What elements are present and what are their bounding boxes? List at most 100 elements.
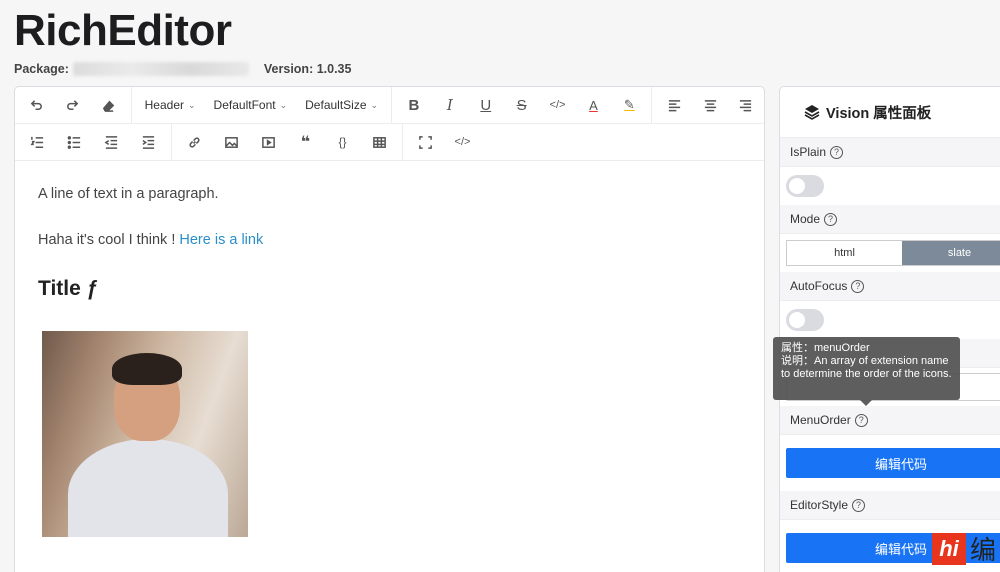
- properties-panel: Vision 属性面板 IsPlain ? Mode ? html slate …: [779, 86, 1000, 572]
- outdent-icon: [104, 135, 118, 149]
- prop-body-mode: html slate: [780, 234, 1000, 272]
- prop-name: MenuOrder: [790, 413, 851, 427]
- help-icon[interactable]: ?: [854, 413, 868, 427]
- paragraph: A line of text in a paragraph.: [38, 186, 219, 202]
- prop-label-isplain: IsPlain ?: [780, 138, 1000, 167]
- content-image-part: [112, 353, 182, 385]
- layers-icon: [804, 105, 820, 120]
- panel-title: Vision 属性面板: [826, 105, 932, 122]
- menuorder-edit-code-button[interactable]: 编辑代码: [786, 448, 1000, 478]
- eraser-icon: [103, 100, 115, 112]
- package-label: Package:: [14, 62, 69, 76]
- video-icon: [262, 136, 275, 148]
- font-color-button[interactable]: A: [575, 90, 611, 120]
- package-info: Package: Version: 1.0.35: [14, 62, 351, 76]
- help-icon[interactable]: ?: [852, 498, 866, 512]
- align-left-icon: [668, 99, 680, 111]
- content-image-part: [68, 439, 228, 537]
- header-dropdown[interactable]: Header ⌄: [136, 90, 205, 120]
- bullet-list-button[interactable]: [56, 127, 93, 157]
- redo-icon: [67, 99, 79, 110]
- content-link[interactable]: Here is a link: [179, 232, 263, 248]
- chevron-down-icon: ⌄: [188, 99, 196, 110]
- help-icon[interactable]: ?: [824, 212, 838, 226]
- undo-icon: [31, 99, 43, 110]
- toolbar-row-1: Header ⌄ DefaultFont ⌄ DefaultSize ⌄ B I…: [15, 87, 764, 124]
- highlight-button[interactable]: ✎: [611, 90, 647, 120]
- align-right-icon: [740, 99, 752, 111]
- watermark-text: 编: [970, 535, 997, 565]
- fullscreen-button[interactable]: [407, 127, 444, 157]
- italic-button[interactable]: I: [432, 90, 468, 120]
- prop-name: AutoFocus: [790, 279, 848, 293]
- paragraph: Haha it's cool I think ! Here is a link: [38, 231, 741, 249]
- toolbar-divider: [171, 123, 172, 161]
- image-icon: [225, 136, 238, 148]
- prop-body-menuorder: 编辑代码: [780, 435, 1000, 491]
- code-block-button[interactable]: {}: [324, 127, 361, 157]
- app-title: RichEditor: [14, 6, 232, 55]
- bullet-list-icon: [67, 135, 81, 149]
- image-button[interactable]: [213, 127, 250, 157]
- toolbar-divider: [651, 87, 653, 124]
- help-tooltip: 属性：menuOrder 说明：An array of extension na…: [773, 337, 960, 406]
- clear-format-button[interactable]: [91, 90, 127, 120]
- prop-label-editorstyle: EditorStyle ?: [780, 491, 1000, 520]
- autofocus-toggle[interactable]: [786, 309, 824, 331]
- align-center-button[interactable]: [692, 90, 728, 120]
- ordered-list-button[interactable]: [19, 127, 56, 157]
- inline-code-button[interactable]: </>: [540, 90, 576, 120]
- prop-label-menuorder: MenuOrder ?: [780, 406, 1000, 435]
- content-heading: Title ƒ: [38, 277, 99, 300]
- help-icon[interactable]: ?: [851, 279, 865, 293]
- source-code-button[interactable]: </>: [444, 127, 481, 157]
- panel-header: Vision 属性面板: [780, 87, 1000, 138]
- link-icon: [189, 136, 200, 148]
- tooltip-property: 属性：menuOrder: [781, 342, 870, 354]
- indent-button[interactable]: [130, 127, 167, 157]
- prop-name: EditorStyle: [790, 498, 849, 512]
- mode-option-slate[interactable]: slate: [902, 241, 1000, 265]
- toolbar-divider: [391, 87, 393, 124]
- table-button[interactable]: [361, 127, 398, 157]
- link-button[interactable]: [176, 127, 213, 157]
- version-label: Version: 1.0.35: [263, 62, 352, 76]
- table-icon: [373, 136, 386, 148]
- bold-button[interactable]: B: [396, 90, 432, 120]
- isplain-toggle[interactable]: [786, 175, 824, 197]
- package-name-blurred: [72, 62, 249, 76]
- prop-label-mode: Mode ?: [780, 205, 1000, 234]
- redo-button[interactable]: [55, 90, 91, 120]
- align-left-button[interactable]: [656, 90, 692, 120]
- header-dropdown-label: Header: [144, 98, 184, 112]
- font-dropdown-label: DefaultFont: [213, 98, 276, 112]
- rich-editor: Header ⌄ DefaultFont ⌄ DefaultSize ⌄ B I…: [14, 86, 765, 572]
- fullscreen-icon: [419, 135, 432, 149]
- outdent-button[interactable]: [93, 127, 130, 157]
- content-image[interactable]: [42, 331, 248, 537]
- paragraph-text: Haha it's cool I think !: [38, 232, 180, 248]
- help-icon[interactable]: ?: [830, 145, 844, 159]
- mode-segmented-control: html slate: [786, 240, 1000, 266]
- mode-option-html[interactable]: html: [787, 241, 902, 265]
- prop-label-autofocus: AutoFocus ?: [780, 272, 1000, 301]
- toolbar-row-2: ❝ {} </>: [15, 123, 764, 161]
- size-dropdown[interactable]: DefaultSize ⌄: [296, 90, 387, 120]
- indent-icon: [142, 135, 155, 149]
- underline-button[interactable]: U: [468, 90, 504, 120]
- prop-name: Mode: [790, 212, 821, 226]
- video-button[interactable]: [250, 127, 287, 157]
- watermark-logo: hi: [932, 532, 966, 565]
- undo-button[interactable]: [19, 90, 55, 120]
- chevron-down-icon: ⌄: [279, 99, 288, 110]
- font-dropdown[interactable]: DefaultFont ⌄: [205, 90, 297, 120]
- prop-body-isplain: [780, 167, 1000, 205]
- size-dropdown-label: DefaultSize: [305, 98, 367, 112]
- strikethrough-button[interactable]: S: [504, 90, 540, 120]
- ordered-list-icon: [30, 136, 44, 148]
- editor-content[interactable]: A line of text in a paragraph. Haha it's…: [15, 161, 764, 561]
- chevron-down-icon: ⌄: [370, 99, 379, 110]
- quote-button[interactable]: ❝: [287, 127, 324, 157]
- toolbar-divider: [130, 87, 132, 124]
- align-right-button[interactable]: [728, 90, 764, 120]
